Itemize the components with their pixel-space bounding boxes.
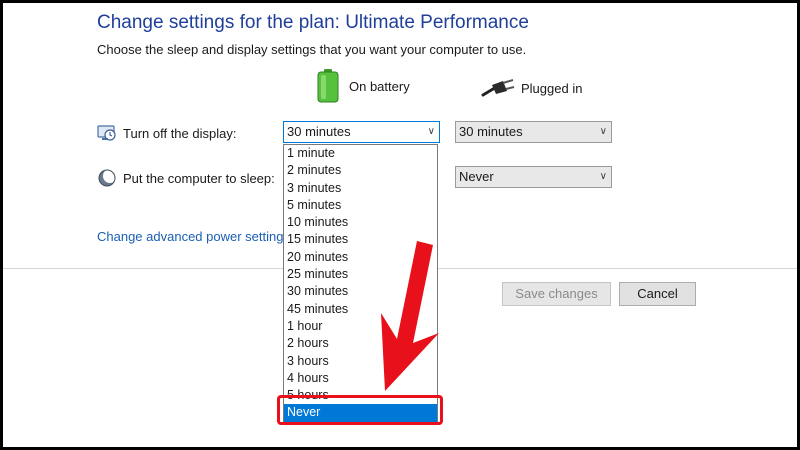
display-icon bbox=[97, 123, 117, 143]
page-title: Change settings for the plan: Ultimate P… bbox=[97, 12, 529, 33]
battery-icon bbox=[317, 69, 339, 103]
sleep-plugged-value: Never bbox=[459, 169, 494, 184]
column-header-battery: On battery bbox=[317, 69, 410, 103]
dropdown-option[interactable]: 3 minutes bbox=[284, 180, 437, 197]
display-label: Turn off the display: bbox=[123, 125, 237, 141]
sleep-plugged-select[interactable]: Never ∨ bbox=[455, 166, 612, 188]
annotation-arrow-icon bbox=[381, 241, 439, 391]
display-plugged-value: 30 minutes bbox=[459, 124, 523, 139]
save-changes-button[interactable]: Save changes bbox=[502, 282, 611, 306]
page-subtitle: Choose the sleep and display settings th… bbox=[97, 42, 527, 57]
sleep-label: Put the computer to sleep: bbox=[123, 170, 275, 186]
display-row-label: Turn off the display: bbox=[97, 123, 236, 143]
dropdown-option[interactable]: 10 minutes bbox=[284, 214, 437, 231]
display-battery-select[interactable]: 30 minutes ∨ bbox=[283, 121, 440, 143]
advanced-settings-link[interactable]: Change advanced power settings bbox=[97, 229, 290, 244]
power-plan-window: Change settings for the plan: Ultimate P… bbox=[0, 0, 800, 450]
dropdown-option[interactable]: 2 minutes bbox=[284, 162, 437, 179]
sleep-icon bbox=[97, 168, 117, 188]
plugged-column-label: Plugged in bbox=[521, 80, 583, 96]
sleep-row-label: Put the computer to sleep: bbox=[97, 168, 275, 188]
chevron-down-icon: ∨ bbox=[599, 171, 607, 182]
column-header-plugged: Plugged in bbox=[481, 77, 582, 99]
dropdown-option[interactable]: 1 minute bbox=[284, 145, 437, 162]
plug-icon bbox=[481, 77, 515, 99]
chevron-down-icon: ∨ bbox=[599, 126, 607, 137]
cancel-button[interactable]: Cancel bbox=[619, 282, 696, 306]
chevron-down-icon: ∨ bbox=[427, 126, 435, 137]
dropdown-option[interactable]: 5 minutes bbox=[284, 197, 437, 214]
display-plugged-select[interactable]: 30 minutes ∨ bbox=[455, 121, 612, 143]
annotation-highlight-box bbox=[277, 395, 443, 425]
battery-column-label: On battery bbox=[349, 78, 410, 94]
display-battery-value: 30 minutes bbox=[287, 124, 351, 139]
